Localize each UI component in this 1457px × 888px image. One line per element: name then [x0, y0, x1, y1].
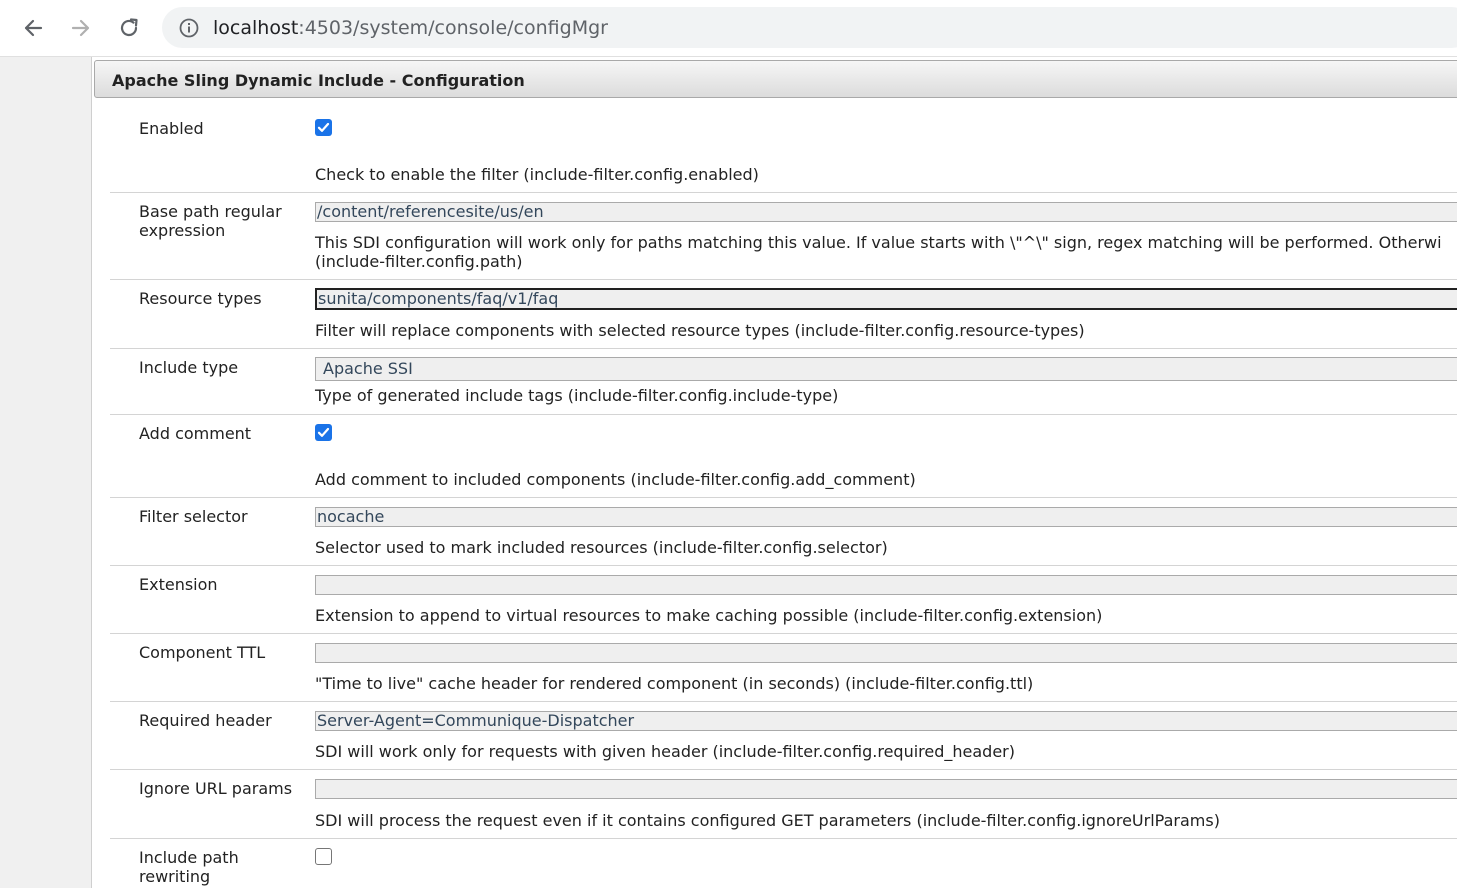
row-enabled: Enabled Check to enable the filter (incl… — [110, 110, 1457, 193]
extension-label: Extension — [139, 575, 218, 594]
row-ignore-url-params: Ignore URL params SDI will process the r… — [110, 770, 1457, 839]
base-path-input[interactable]: /content/referencesite/us/en — [315, 202, 1457, 222]
reload-button[interactable] — [112, 11, 146, 45]
checkmark-icon — [317, 427, 330, 437]
dialog-title: Apache Sling Dynamic Include - Configura… — [112, 71, 525, 90]
back-arrow-icon — [24, 19, 43, 37]
base-path-label: Base path regular expression — [139, 202, 282, 240]
include-type-select[interactable]: Apache SSI — [315, 357, 1457, 381]
row-extension: Extension Extension to append to virtual… — [110, 566, 1457, 634]
row-component-ttl: Component TTL "Time to live" cache heade… — [110, 634, 1457, 702]
add-comment-help: Add comment to included components (incl… — [315, 470, 916, 489]
row-filter-selector: Filter selector nocache Selector used to… — [110, 498, 1457, 566]
enabled-label: Enabled — [139, 119, 204, 138]
resource-types-help: Filter will replace components with sele… — [315, 321, 1085, 340]
required-header-help: SDI will work only for requests with giv… — [315, 742, 1015, 761]
ignore-url-params-input[interactable] — [315, 779, 1457, 799]
ignore-url-params-label: Ignore URL params — [139, 779, 293, 798]
required-header-input[interactable]: Server-Agent=Communique-Dispatcher — [315, 711, 1457, 731]
forward-arrow-icon — [71, 19, 90, 37]
filter-selector-help: Selector used to mark included resources… — [315, 538, 888, 557]
row-resource-types: Resource types sunita/components/faq/v1/… — [110, 280, 1457, 349]
component-ttl-input[interactable] — [315, 643, 1457, 663]
forward-button[interactable] — [64, 11, 98, 45]
add-comment-checkbox[interactable] — [315, 424, 332, 441]
filter-selector-input[interactable]: nocache — [315, 507, 1457, 527]
url-text[interactable]: localhost:4503/system/console/configMgr — [213, 17, 608, 39]
left-gutter — [0, 57, 92, 888]
dialog-header[interactable]: Apache Sling Dynamic Include - Configura… — [94, 60, 1457, 98]
include-type-help: Type of generated include tags (include-… — [315, 386, 839, 405]
component-ttl-label: Component TTL — [139, 643, 266, 662]
required-header-label: Required header — [139, 711, 272, 730]
address-bar[interactable]: localhost:4503/system/console/configMgr — [162, 7, 1457, 48]
base-path-help-line1: This SDI configuration will work only fo… — [315, 233, 1442, 252]
resource-types-input[interactable]: sunita/components/faq/v1/faq — [315, 288, 1457, 310]
configuration-dialog: Apache Sling Dynamic Include - Configura… — [92, 57, 1457, 888]
include-path-rewriting-label: Include path rewriting — [139, 848, 239, 886]
extension-input[interactable] — [315, 575, 1457, 595]
info-icon[interactable] — [178, 17, 200, 39]
browser-toolbar: localhost:4503/system/console/configMgr — [0, 0, 1457, 57]
row-required-header: Required header Server-Agent=Communique-… — [110, 702, 1457, 770]
filter-selector-label: Filter selector — [139, 507, 248, 526]
include-path-rewriting-checkbox[interactable] — [315, 848, 332, 865]
row-include-type: Include type Apache SSI Type of generate… — [110, 349, 1457, 415]
enabled-checkbox[interactable] — [315, 119, 332, 136]
enabled-help: Check to enable the filter (include-filt… — [315, 165, 759, 184]
base-path-help-line2: (include-filter.config.path) — [315, 252, 523, 271]
checkmark-icon — [317, 122, 330, 132]
row-include-path-rewriting: Include path rewriting — [110, 839, 1457, 888]
include-type-label: Include type — [139, 358, 239, 377]
add-comment-label: Add comment — [139, 424, 252, 443]
url-path: :4503/system/console/configMgr — [298, 17, 608, 39]
ignore-url-params-help: SDI will process the request even if it … — [315, 811, 1220, 830]
component-ttl-help: "Time to live" cache header for rendered… — [315, 674, 1034, 693]
back-button[interactable] — [16, 11, 50, 45]
row-base-path: Base path regular expression /content/re… — [110, 193, 1457, 280]
reload-icon — [120, 18, 138, 37]
url-host: localhost — [213, 17, 299, 39]
resource-types-label: Resource types — [139, 289, 262, 308]
extension-help: Extension to append to virtual resources… — [315, 606, 1103, 625]
row-add-comment: Add comment Add comment to included comp… — [110, 415, 1457, 498]
